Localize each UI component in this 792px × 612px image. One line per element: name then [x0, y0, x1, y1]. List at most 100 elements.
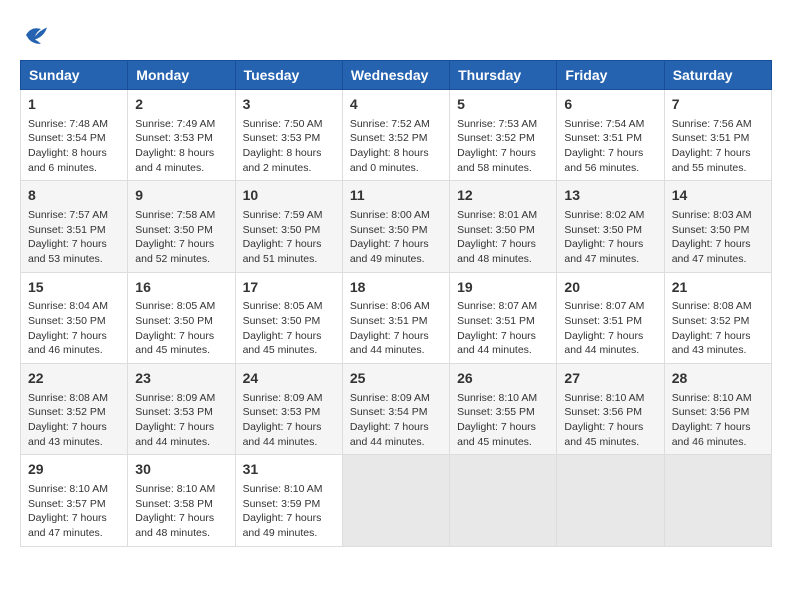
calendar-cell: 3 Sunrise: 7:50 AM Sunset: 3:53 PM Dayli…: [235, 90, 342, 181]
daylight-text: Daylight: 7 hours and 44 minutes.: [135, 421, 214, 448]
day-number: 8: [28, 186, 120, 206]
sunrise-text: Sunrise: 8:08 AM: [28, 392, 108, 404]
calendar-cell: 2 Sunrise: 7:49 AM Sunset: 3:53 PM Dayli…: [128, 90, 235, 181]
sunset-text: Sunset: 3:50 PM: [672, 224, 750, 236]
sunrise-text: Sunrise: 8:10 AM: [243, 483, 323, 495]
daylight-text: Daylight: 8 hours and 2 minutes.: [243, 147, 322, 174]
sunrise-text: Sunrise: 8:07 AM: [564, 300, 644, 312]
sunset-text: Sunset: 3:56 PM: [564, 406, 642, 418]
daylight-text: Daylight: 7 hours and 46 minutes.: [672, 421, 751, 448]
daylight-text: Daylight: 7 hours and 45 minutes.: [243, 330, 322, 357]
calendar-week-row: 29 Sunrise: 8:10 AM Sunset: 3:57 PM Dayl…: [21, 455, 772, 546]
daylight-text: Daylight: 7 hours and 53 minutes.: [28, 238, 107, 265]
sunrise-text: Sunrise: 8:10 AM: [564, 392, 644, 404]
column-header-saturday: Saturday: [664, 61, 771, 90]
daylight-text: Daylight: 7 hours and 47 minutes.: [672, 238, 751, 265]
day-number: 15: [28, 278, 120, 298]
calendar-cell: 14 Sunrise: 8:03 AM Sunset: 3:50 PM Dayl…: [664, 181, 771, 272]
daylight-text: Daylight: 7 hours and 51 minutes.: [243, 238, 322, 265]
calendar-cell: 20 Sunrise: 8:07 AM Sunset: 3:51 PM Dayl…: [557, 272, 664, 363]
day-number: 18: [350, 278, 442, 298]
calendar-cell: 30 Sunrise: 8:10 AM Sunset: 3:58 PM Dayl…: [128, 455, 235, 546]
calendar-header-row: SundayMondayTuesdayWednesdayThursdayFrid…: [21, 61, 772, 90]
day-number: 26: [457, 369, 549, 389]
sunrise-text: Sunrise: 7:58 AM: [135, 209, 215, 221]
calendar-cell: 25 Sunrise: 8:09 AM Sunset: 3:54 PM Dayl…: [342, 364, 449, 455]
calendar-week-row: 8 Sunrise: 7:57 AM Sunset: 3:51 PM Dayli…: [21, 181, 772, 272]
sunset-text: Sunset: 3:50 PM: [243, 224, 321, 236]
daylight-text: Daylight: 7 hours and 45 minutes.: [457, 421, 536, 448]
calendar-cell: 28 Sunrise: 8:10 AM Sunset: 3:56 PM Dayl…: [664, 364, 771, 455]
calendar-cell: 6 Sunrise: 7:54 AM Sunset: 3:51 PM Dayli…: [557, 90, 664, 181]
sunset-text: Sunset: 3:51 PM: [457, 315, 535, 327]
sunset-text: Sunset: 3:54 PM: [350, 406, 428, 418]
sunset-text: Sunset: 3:58 PM: [135, 498, 213, 510]
sunset-text: Sunset: 3:52 PM: [28, 406, 106, 418]
calendar-cell: [557, 455, 664, 546]
day-number: 19: [457, 278, 549, 298]
day-number: 6: [564, 95, 656, 115]
column-header-monday: Monday: [128, 61, 235, 90]
sunset-text: Sunset: 3:53 PM: [135, 406, 213, 418]
calendar-cell: 12 Sunrise: 8:01 AM Sunset: 3:50 PM Dayl…: [450, 181, 557, 272]
calendar-cell: 7 Sunrise: 7:56 AM Sunset: 3:51 PM Dayli…: [664, 90, 771, 181]
daylight-text: Daylight: 7 hours and 44 minutes.: [564, 330, 643, 357]
calendar-cell: [450, 455, 557, 546]
sunrise-text: Sunrise: 7:56 AM: [672, 118, 752, 130]
sunrise-text: Sunrise: 8:10 AM: [135, 483, 215, 495]
day-number: 12: [457, 186, 549, 206]
day-number: 16: [135, 278, 227, 298]
daylight-text: Daylight: 7 hours and 44 minutes.: [457, 330, 536, 357]
sunrise-text: Sunrise: 7:54 AM: [564, 118, 644, 130]
column-header-sunday: Sunday: [21, 61, 128, 90]
column-header-wednesday: Wednesday: [342, 61, 449, 90]
calendar-week-row: 15 Sunrise: 8:04 AM Sunset: 3:50 PM Dayl…: [21, 272, 772, 363]
calendar-cell: 16 Sunrise: 8:05 AM Sunset: 3:50 PM Dayl…: [128, 272, 235, 363]
daylight-text: Daylight: 8 hours and 6 minutes.: [28, 147, 107, 174]
calendar-cell: 18 Sunrise: 8:06 AM Sunset: 3:51 PM Dayl…: [342, 272, 449, 363]
daylight-text: Daylight: 7 hours and 55 minutes.: [672, 147, 751, 174]
day-number: 25: [350, 369, 442, 389]
day-number: 7: [672, 95, 764, 115]
calendar-week-row: 1 Sunrise: 7:48 AM Sunset: 3:54 PM Dayli…: [21, 90, 772, 181]
daylight-text: Daylight: 7 hours and 58 minutes.: [457, 147, 536, 174]
calendar-cell: 24 Sunrise: 8:09 AM Sunset: 3:53 PM Dayl…: [235, 364, 342, 455]
day-number: 24: [243, 369, 335, 389]
daylight-text: Daylight: 7 hours and 48 minutes.: [135, 512, 214, 539]
sunset-text: Sunset: 3:50 PM: [135, 315, 213, 327]
sunrise-text: Sunrise: 7:50 AM: [243, 118, 323, 130]
calendar-cell: 10 Sunrise: 7:59 AM Sunset: 3:50 PM Dayl…: [235, 181, 342, 272]
day-number: 23: [135, 369, 227, 389]
day-number: 10: [243, 186, 335, 206]
sunrise-text: Sunrise: 8:03 AM: [672, 209, 752, 221]
sunset-text: Sunset: 3:51 PM: [564, 132, 642, 144]
sunrise-text: Sunrise: 8:05 AM: [135, 300, 215, 312]
day-number: 21: [672, 278, 764, 298]
calendar-cell: 8 Sunrise: 7:57 AM Sunset: 3:51 PM Dayli…: [21, 181, 128, 272]
sunrise-text: Sunrise: 8:10 AM: [28, 483, 108, 495]
daylight-text: Daylight: 7 hours and 47 minutes.: [28, 512, 107, 539]
sunrise-text: Sunrise: 7:59 AM: [243, 209, 323, 221]
sunset-text: Sunset: 3:50 PM: [243, 315, 321, 327]
column-header-friday: Friday: [557, 61, 664, 90]
calendar-cell: 27 Sunrise: 8:10 AM Sunset: 3:56 PM Dayl…: [557, 364, 664, 455]
logo: [20, 20, 54, 50]
calendar-cell: 4 Sunrise: 7:52 AM Sunset: 3:52 PM Dayli…: [342, 90, 449, 181]
column-header-thursday: Thursday: [450, 61, 557, 90]
daylight-text: Daylight: 7 hours and 47 minutes.: [564, 238, 643, 265]
daylight-text: Daylight: 7 hours and 56 minutes.: [564, 147, 643, 174]
sunset-text: Sunset: 3:56 PM: [672, 406, 750, 418]
sunset-text: Sunset: 3:53 PM: [243, 406, 321, 418]
daylight-text: Daylight: 8 hours and 4 minutes.: [135, 147, 214, 174]
sunset-text: Sunset: 3:59 PM: [243, 498, 321, 510]
daylight-text: Daylight: 7 hours and 44 minutes.: [350, 330, 429, 357]
sunset-text: Sunset: 3:50 PM: [135, 224, 213, 236]
day-number: 31: [243, 460, 335, 480]
daylight-text: Daylight: 7 hours and 44 minutes.: [350, 421, 429, 448]
sunrise-text: Sunrise: 8:01 AM: [457, 209, 537, 221]
daylight-text: Daylight: 8 hours and 0 minutes.: [350, 147, 429, 174]
sunrise-text: Sunrise: 8:07 AM: [457, 300, 537, 312]
calendar-cell: 31 Sunrise: 8:10 AM Sunset: 3:59 PM Dayl…: [235, 455, 342, 546]
sunrise-text: Sunrise: 8:05 AM: [243, 300, 323, 312]
calendar-cell: 9 Sunrise: 7:58 AM Sunset: 3:50 PM Dayli…: [128, 181, 235, 272]
